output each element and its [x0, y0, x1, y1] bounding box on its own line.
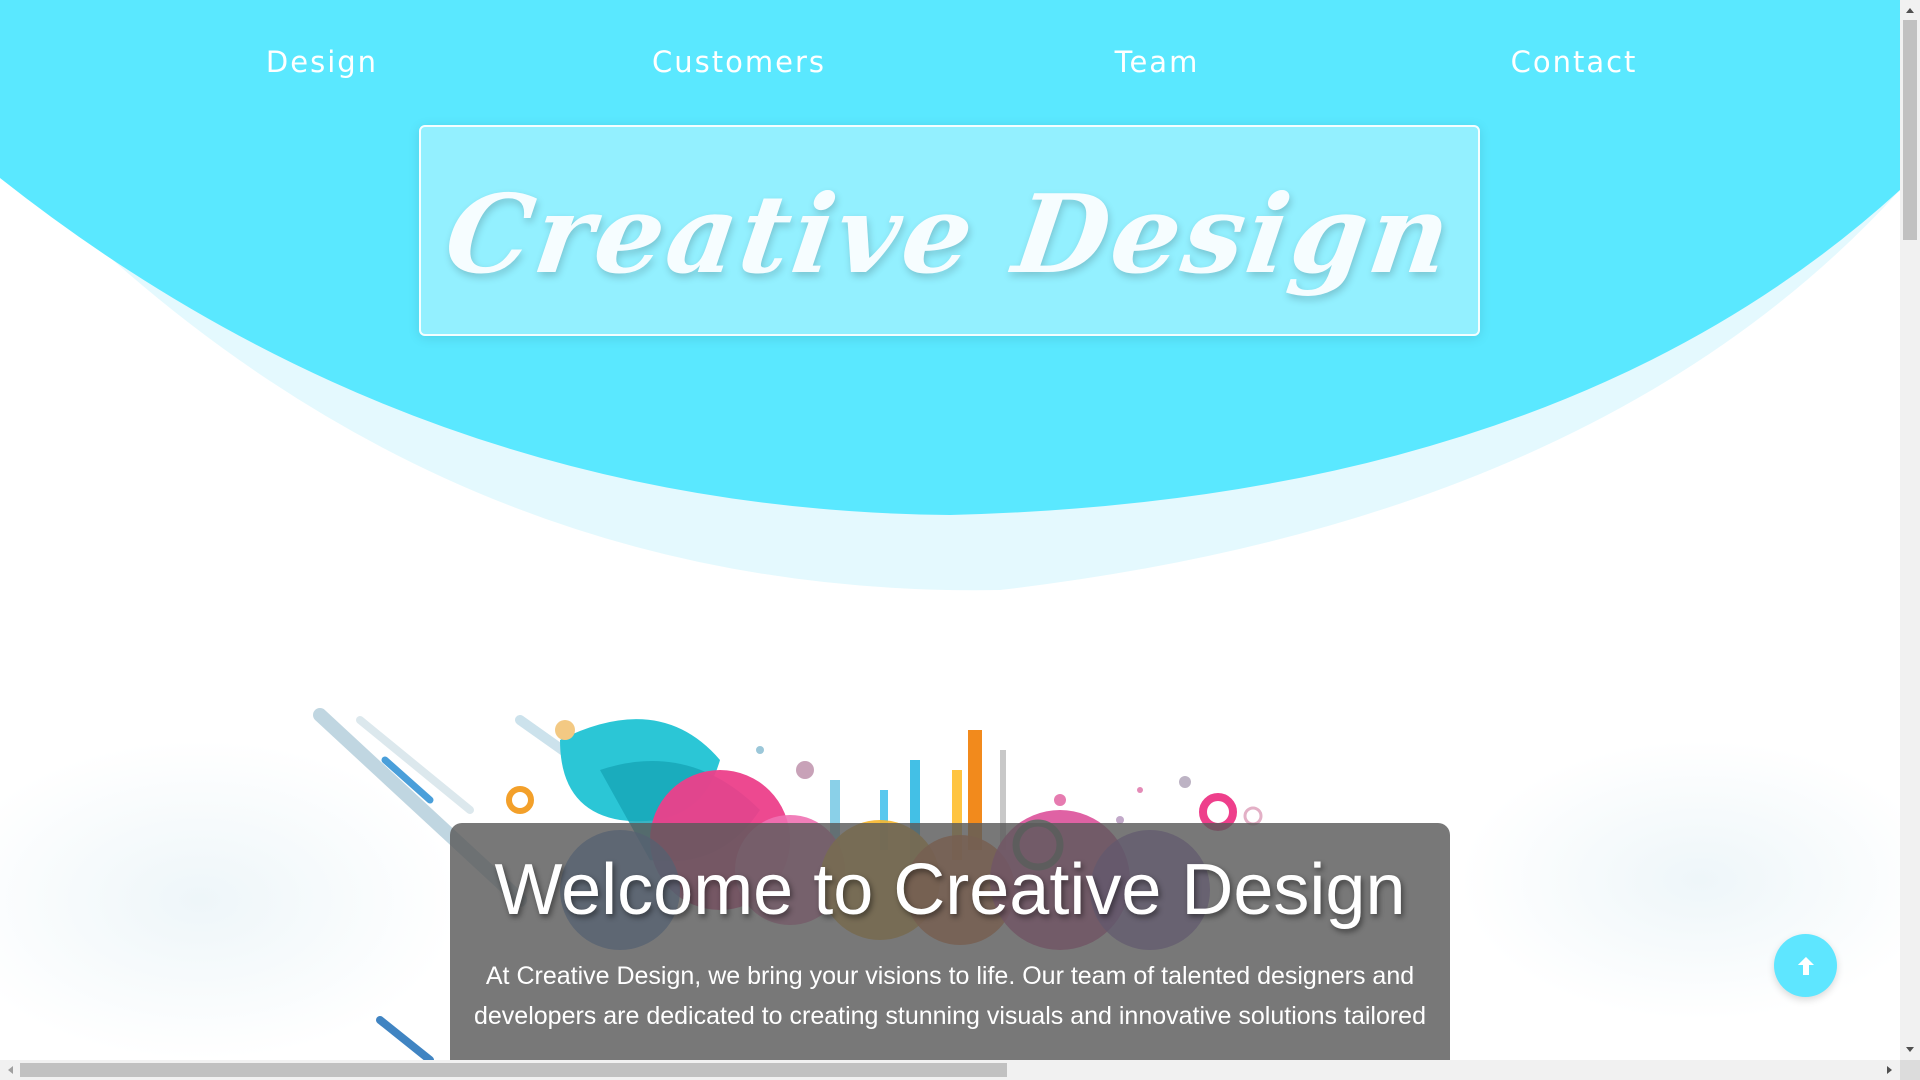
vertical-scrollbar-thumb[interactable] [1903, 20, 1917, 240]
page-viewport: Design Customers Team Contact Creative D… [0, 0, 1900, 1060]
nav-link-contact[interactable]: Contact [1511, 45, 1638, 79]
horizontal-scrollbar-thumb[interactable] [20, 1063, 1007, 1077]
scroll-to-top-button[interactable] [1774, 934, 1837, 997]
welcome-card: Welcome to Creative Design At Creative D… [450, 823, 1450, 1060]
vertical-scrollbar[interactable] [1900, 0, 1920, 1060]
arrow-up-icon [1797, 956, 1814, 975]
main-nav: Design Customers Team Contact [0, 45, 1900, 89]
hero-title: Creative Design [438, 171, 1461, 298]
nav-link-team[interactable]: Team [1115, 45, 1200, 79]
hero-title-box: Creative Design [419, 125, 1480, 336]
scroll-up-arrow-icon[interactable] [1900, 0, 1920, 20]
scroll-left-arrow-icon[interactable] [0, 1060, 20, 1080]
scroll-right-arrow-icon[interactable] [1880, 1060, 1900, 1080]
welcome-text: At Creative Design, we bring your vision… [474, 962, 1426, 1031]
nav-link-design[interactable]: Design [266, 45, 378, 79]
scrollbar-corner [1900, 1060, 1920, 1080]
scroll-down-arrow-icon[interactable] [1900, 1040, 1920, 1060]
horizontal-scrollbar[interactable] [0, 1060, 1900, 1080]
nav-link-customers[interactable]: Customers [652, 45, 826, 79]
welcome-title: Welcome to Creative Design [494, 850, 1406, 930]
